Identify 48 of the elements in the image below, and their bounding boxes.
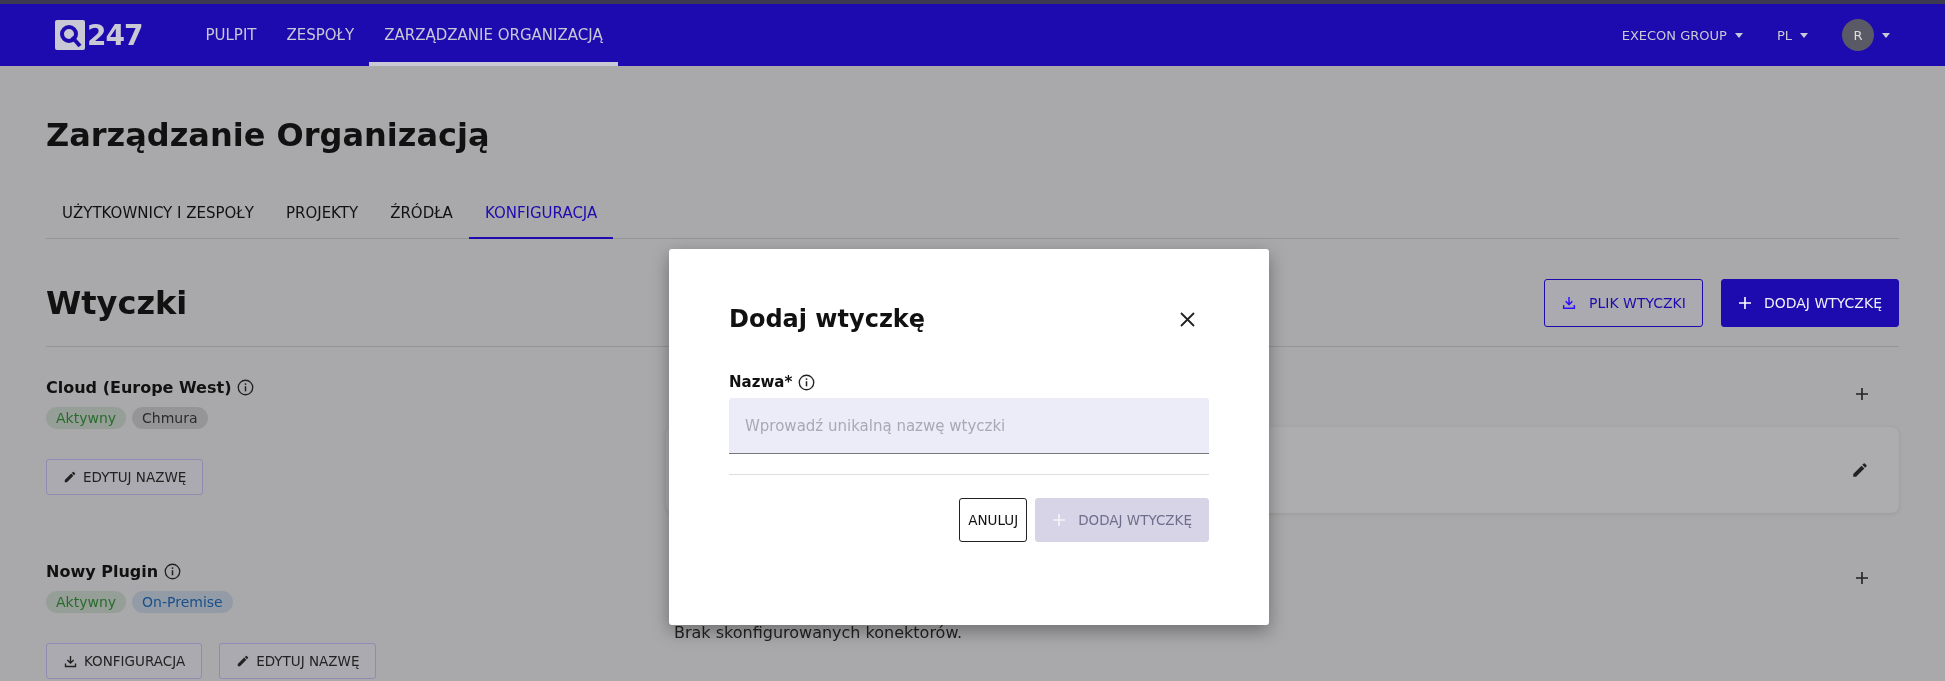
logo-text: 247 <box>87 18 143 52</box>
status-tag: Aktywny <box>46 407 127 429</box>
close-button[interactable] <box>1178 309 1197 329</box>
field-label: Nazwa* <box>729 373 793 391</box>
add-plugin-button[interactable]: DODAJ WTYCZKĘ <box>1720 279 1899 327</box>
organization-dropdown[interactable]: EXECON GROUP <box>1621 27 1743 43</box>
nav-link[interactable]: ZARZĄDZANIE ORGANIZACJĄ <box>369 4 618 66</box>
download-icon <box>1561 295 1578 311</box>
empty-message: Brak skonfigurowanych konektorów. <box>673 623 964 642</box>
cancel-button[interactable]: ANULUJ <box>959 498 1028 542</box>
edit-name-button[interactable]: EDYTUJ NAZWĘ <box>219 643 377 679</box>
plugin-name: Cloud (Europe West) <box>46 378 232 397</box>
pencil-icon <box>63 470 77 484</box>
status-tag: On-Premise <box>132 591 233 613</box>
status-tag: Chmura <box>132 407 208 429</box>
caret-icon <box>1882 32 1890 38</box>
logo-icon <box>55 20 85 50</box>
tab[interactable]: PROJEKTY <box>269 190 375 239</box>
section-title: Wtyczki <box>46 284 188 322</box>
caret-icon <box>1800 32 1808 38</box>
edit-name-button[interactable]: EDYTUJ NAZWĘ <box>46 459 204 495</box>
close-icon <box>1180 311 1195 327</box>
user-menu[interactable]: R <box>1842 19 1890 51</box>
plugin-name: Nowy Plugin <box>46 562 159 581</box>
avatar: R <box>1842 19 1874 51</box>
page-title: Zarządzanie Organizacją <box>46 116 491 154</box>
info-icon <box>798 373 816 391</box>
info-icon <box>237 379 255 396</box>
plus-icon <box>1855 387 1869 401</box>
dialog-title: Dodaj wtyczkę <box>729 305 926 333</box>
plugin-file-button[interactable]: PLIK WTYCZKI <box>1544 279 1703 327</box>
nav-link[interactable]: PULPIT <box>190 4 272 66</box>
name-input-field[interactable]: Wprowadź unikalną nazwę wtyczki <box>729 398 1209 454</box>
tab[interactable]: ŹRÓDŁA <box>374 190 469 239</box>
status-tag: Aktywny <box>46 591 127 613</box>
tab[interactable]: KONFIGURACJA <box>468 190 614 239</box>
download-config-button[interactable]: KONFIGURACJA <box>46 643 203 679</box>
plus-icon <box>1052 513 1067 527</box>
caret-icon <box>1734 32 1743 38</box>
download-icon <box>63 653 78 669</box>
plus-icon <box>1737 296 1752 310</box>
nav-link[interactable]: ZESPOŁY <box>271 4 370 66</box>
plus-icon <box>1855 571 1869 585</box>
pencil-icon <box>236 654 251 668</box>
language-dropdown[interactable]: PL <box>1776 27 1808 43</box>
tab[interactable]: UŻYTKOWNICY I ZESPOŁY <box>46 190 270 239</box>
pencil-icon <box>1851 461 1869 479</box>
info-icon <box>164 563 182 580</box>
